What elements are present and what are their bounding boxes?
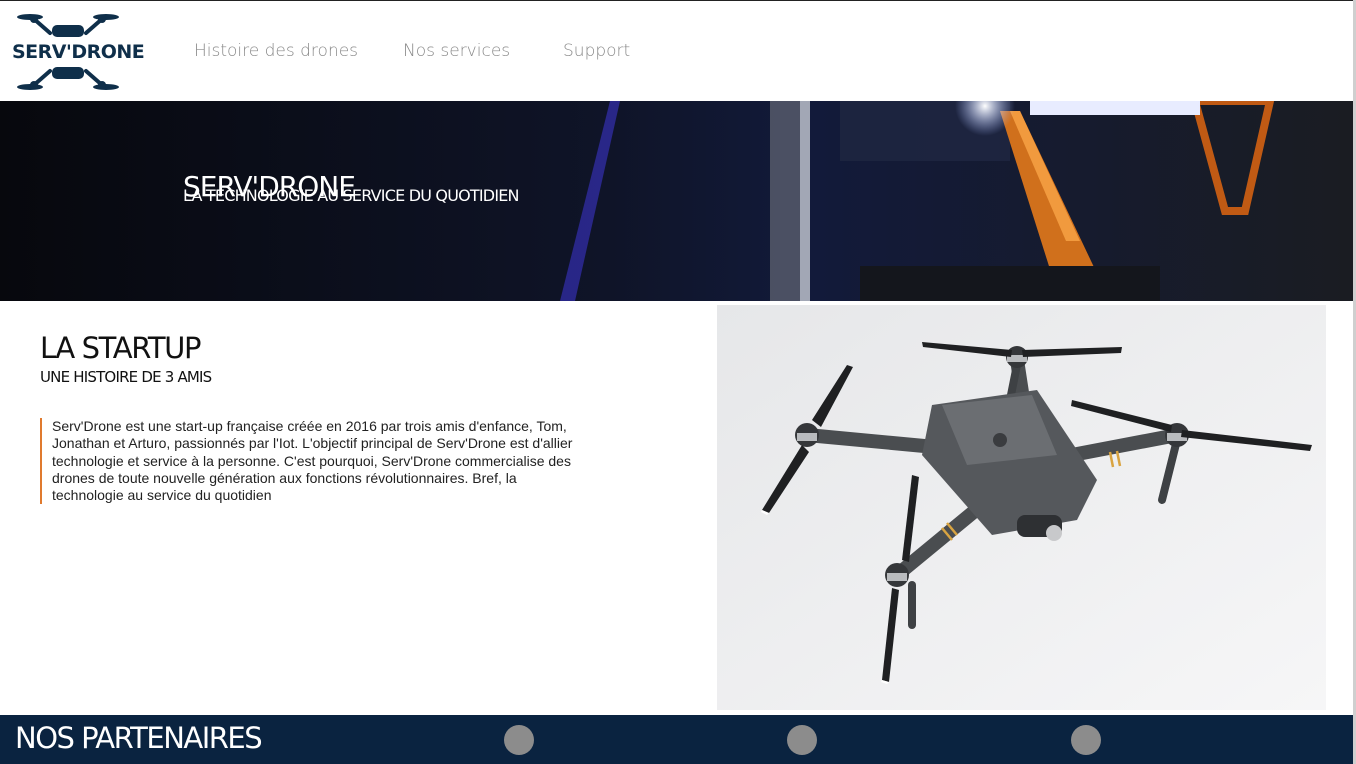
- partner-logo-3[interactable]: [1071, 725, 1101, 755]
- hero-banner: SERV'DRONE LA TECHNOLOGIE AU SERVICE DU …: [0, 101, 1353, 301]
- logo-text: SERV'DRONE: [12, 41, 145, 63]
- hero-subtitle: LA TECHNOLOGIE AU SERVICE DU QUOTIDIEN: [183, 186, 520, 205]
- nav-nos-services[interactable]: Nos services: [403, 41, 510, 61]
- startup-title: LA STARTUP: [40, 331, 201, 365]
- partners-title: NOS PARTENAIRES: [15, 721, 263, 755]
- drone-image: [717, 305, 1326, 710]
- brand-logo[interactable]: SERV'DRONE: [10, 11, 145, 93]
- nav-histoire-des-drones[interactable]: Histoire des drones: [194, 41, 358, 61]
- startup-subtitle: UNE HISTOIRE DE 3 AMIS: [40, 368, 212, 386]
- site-header: SERV'DRONE Histoire des drones Nos servi…: [0, 1, 1353, 101]
- partners-section: NOS PARTENAIRES: [0, 715, 1353, 764]
- nav-support[interactable]: Support: [563, 41, 630, 61]
- partner-logo-1[interactable]: [504, 725, 534, 755]
- startup-description: Serv'Drone est une start-up française cr…: [40, 418, 592, 505]
- partner-logo-2[interactable]: [787, 725, 817, 755]
- drone-photo: [717, 305, 1326, 710]
